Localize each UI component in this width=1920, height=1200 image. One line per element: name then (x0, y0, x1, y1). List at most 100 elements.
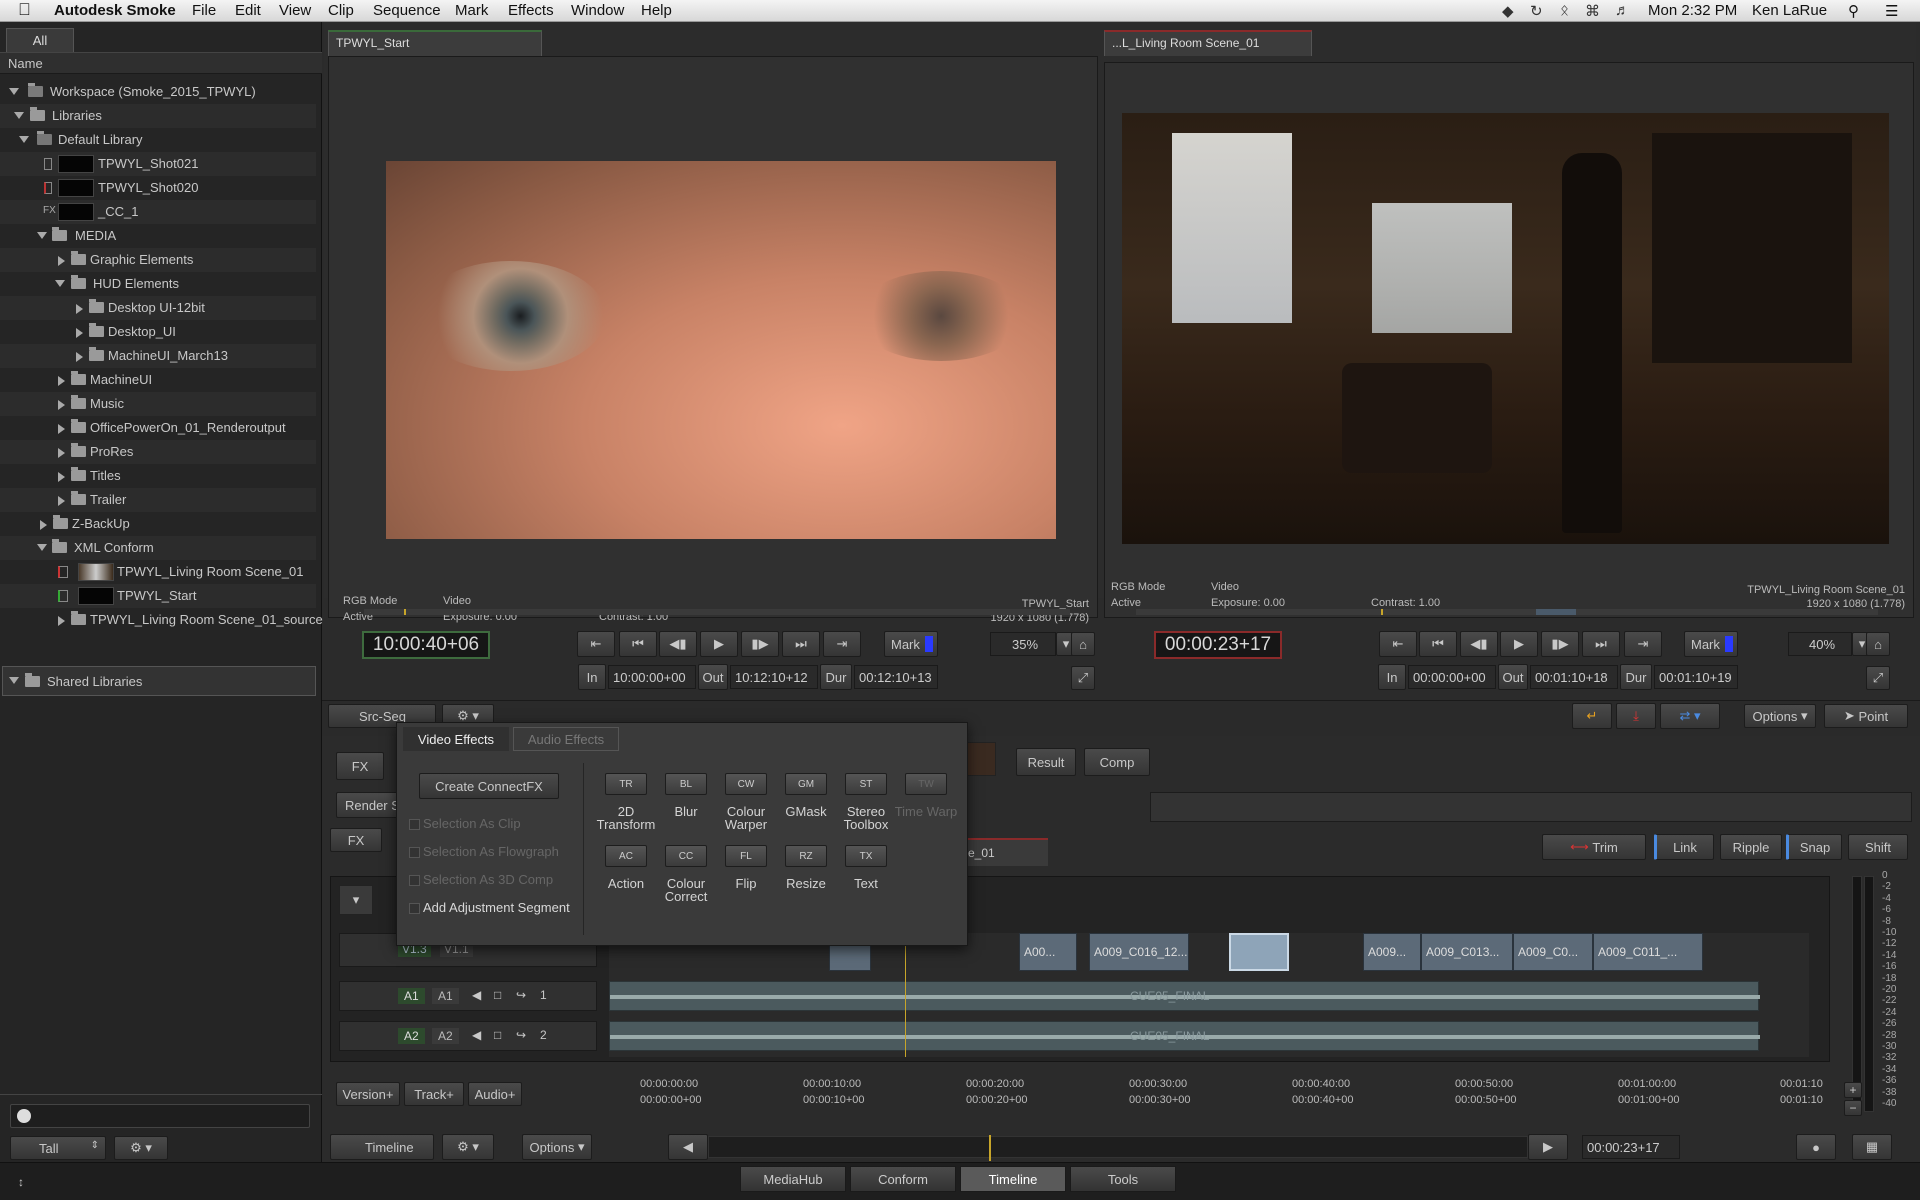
chevron-right-icon[interactable] (58, 256, 65, 266)
tree-seq-living-room[interactable]: TPWYL_Living Room Scene_01 (0, 560, 316, 584)
point-tool-select[interactable]: ➤ Point (1824, 704, 1908, 728)
audio-clip-a2[interactable]: CUE05_FINAL (609, 1021, 1760, 1051)
menu-sequence[interactable]: Sequence (373, 2, 441, 19)
tree-trailer[interactable]: Trailer (0, 488, 316, 512)
settings-menu-button[interactable]: ⚙ ▾ (114, 1136, 168, 1160)
menu-clip[interactable]: Clip (328, 2, 354, 19)
track-a1-patch[interactable]: A1 (398, 988, 425, 1004)
chevron-right-icon[interactable] (76, 304, 83, 314)
out-value[interactable]: 00:01:10+18 (1530, 665, 1618, 689)
column-name[interactable]: Name (8, 56, 43, 71)
timeline-settings-button[interactable]: ⚙ ▾ (442, 1134, 494, 1160)
audio-plus-button[interactable]: Audio+ (468, 1082, 522, 1106)
fx-colour-correct-button[interactable]: CC (665, 845, 707, 867)
tree-living-room-source[interactable]: TPWYL_Living Room Scene_01_source (0, 608, 323, 632)
fx-stepper[interactable]: FX (330, 828, 382, 852)
in-value[interactable]: 00:00:00+00 (1408, 665, 1496, 689)
lock-icon[interactable]: □ (494, 988, 501, 1002)
add-adjustment-checkbox[interactable] (409, 903, 420, 914)
go-to-start-button[interactable]: ⏮ (619, 631, 657, 657)
track-a1-record[interactable]: A1 (432, 988, 459, 1004)
bluetooth-icon[interactable]: ᛟ (1560, 2, 1569, 19)
tree-default-library[interactable]: Default Library (0, 128, 316, 152)
track-a2-record[interactable]: A2 (432, 1028, 459, 1044)
out-label[interactable]: Out (1498, 664, 1528, 690)
fx-time-warp-button[interactable]: TW (905, 773, 947, 795)
menu-effects[interactable]: Effects (508, 2, 554, 19)
timeline-clip[interactable]: A00... (1019, 933, 1077, 971)
left-zoom-field[interactable]: 35% (990, 632, 1056, 656)
sequence-tab[interactable]: e_01 (960, 838, 1048, 866)
tree-prores[interactable]: ProRes (0, 440, 316, 464)
timeline-clip[interactable]: A009_C0... (1513, 933, 1593, 971)
tree-desktop-ui[interactable]: Desktop_UI (0, 320, 316, 344)
chevron-down-icon[interactable] (37, 232, 47, 239)
in-label[interactable]: In (1378, 664, 1406, 690)
right-viewer-tab[interactable]: ...L_Living Room Scene_01 (1104, 30, 1312, 56)
fx-2d-transform-button[interactable]: TR (605, 773, 647, 795)
menu-help[interactable]: Help (641, 2, 672, 19)
menu-mark[interactable]: Mark (455, 2, 488, 19)
speaker-icon[interactable]: ◀ (472, 988, 481, 1002)
home-icon[interactable]: ⌂ (1866, 632, 1890, 656)
render-button[interactable]: Render S (336, 792, 402, 818)
track-collapse-button[interactable]: ▾ (339, 885, 373, 915)
options-dropdown[interactable]: Options ▾ (1744, 704, 1816, 728)
lock-icon[interactable]: □ (494, 1028, 501, 1042)
menubar-user[interactable]: Ken LaRue (1752, 2, 1827, 19)
speaker-icon[interactable]: ◀ (472, 1028, 481, 1042)
selection-as-3dcomp-checkbox[interactable] (409, 875, 420, 886)
play-button[interactable]: ▶ (1500, 631, 1538, 657)
fx-text-button[interactable]: TX (845, 845, 887, 867)
zoom-out-button[interactable]: − (1844, 1100, 1862, 1116)
mark-button[interactable]: Mark (1684, 631, 1738, 657)
fx-resize-button[interactable]: RZ (785, 845, 827, 867)
chevron-down-icon[interactable] (37, 544, 47, 551)
audio-clip-a1[interactable]: CUE05_FINAL (609, 981, 1760, 1011)
dur-value[interactable]: 00:12:10+13 (854, 665, 938, 689)
dropbox-icon[interactable]: ◆ (1502, 2, 1514, 20)
chevron-right-icon[interactable] (58, 616, 65, 626)
track-plus-button[interactable]: Track+ (404, 1082, 464, 1106)
zoom-in-button[interactable]: + (1844, 1082, 1862, 1098)
tab-audio-effects[interactable]: Audio Effects (513, 727, 619, 751)
track-a2-patch[interactable]: A2 (398, 1028, 425, 1044)
view-mode-select[interactable]: Tall ⇕ (10, 1136, 106, 1160)
go-to-start-button[interactable]: ⏮ (1419, 631, 1457, 657)
go-to-out-button[interactable]: ⇥ (1624, 631, 1662, 657)
right-scrub-bar[interactable] (1136, 609, 1878, 615)
tree-titles[interactable]: Titles (0, 464, 316, 488)
tree-machineui[interactable]: MachineUI (0, 368, 316, 392)
timeline-clip[interactable]: A009_C011_... (1593, 933, 1703, 971)
menu-view[interactable]: View (279, 2, 311, 19)
fullscreen-icon[interactable]: ⤢ (1866, 666, 1890, 690)
result-button[interactable]: Result (1016, 748, 1076, 776)
tree-graphic-elements[interactable]: Graphic Elements (0, 248, 316, 272)
timeline-scrollbar[interactable] (708, 1135, 1528, 1161)
in-value[interactable]: 10:00:00+00 (608, 665, 696, 689)
right-timecode[interactable]: 00:00:23+17 (1154, 631, 1282, 659)
timeline-clip[interactable]: A009_C013... (1421, 933, 1513, 971)
go-to-end-button[interactable]: ⏭ (1582, 631, 1620, 657)
chevron-right-icon[interactable] (58, 448, 65, 458)
menubar-clock[interactable]: Mon 2:32 PM (1648, 2, 1737, 19)
in-label[interactable]: In (578, 664, 606, 690)
tree-music[interactable]: Music (0, 392, 316, 416)
chevron-right-icon[interactable] (76, 352, 83, 362)
dur-label[interactable]: Dur (820, 664, 852, 690)
timeline-clip-selected[interactable] (1229, 933, 1289, 971)
tab-tools[interactable]: Tools (1070, 1166, 1176, 1192)
search-input[interactable] (10, 1104, 310, 1128)
trim-tool-select[interactable]: ⟷ Trim (1542, 834, 1646, 860)
tree-officepoweron[interactable]: OfficePowerOn_01_Renderoutput (0, 416, 316, 440)
step-forward-button[interactable]: ▮▶ (741, 631, 779, 657)
shared-libraries-row[interactable]: Shared Libraries (2, 666, 316, 696)
chevron-right-icon[interactable] (40, 520, 47, 530)
shift-tool-select[interactable]: Shift (1848, 834, 1908, 860)
chevron-right-icon[interactable] (58, 496, 65, 506)
out-label[interactable]: Out (698, 664, 728, 690)
snap-toggle[interactable]: Snap (1786, 834, 1842, 860)
left-viewer-image[interactable] (386, 161, 1056, 539)
fx-button[interactable]: FX (336, 752, 384, 780)
tree-workspace[interactable]: Workspace (Smoke_2015_TPWYL) (0, 80, 316, 104)
